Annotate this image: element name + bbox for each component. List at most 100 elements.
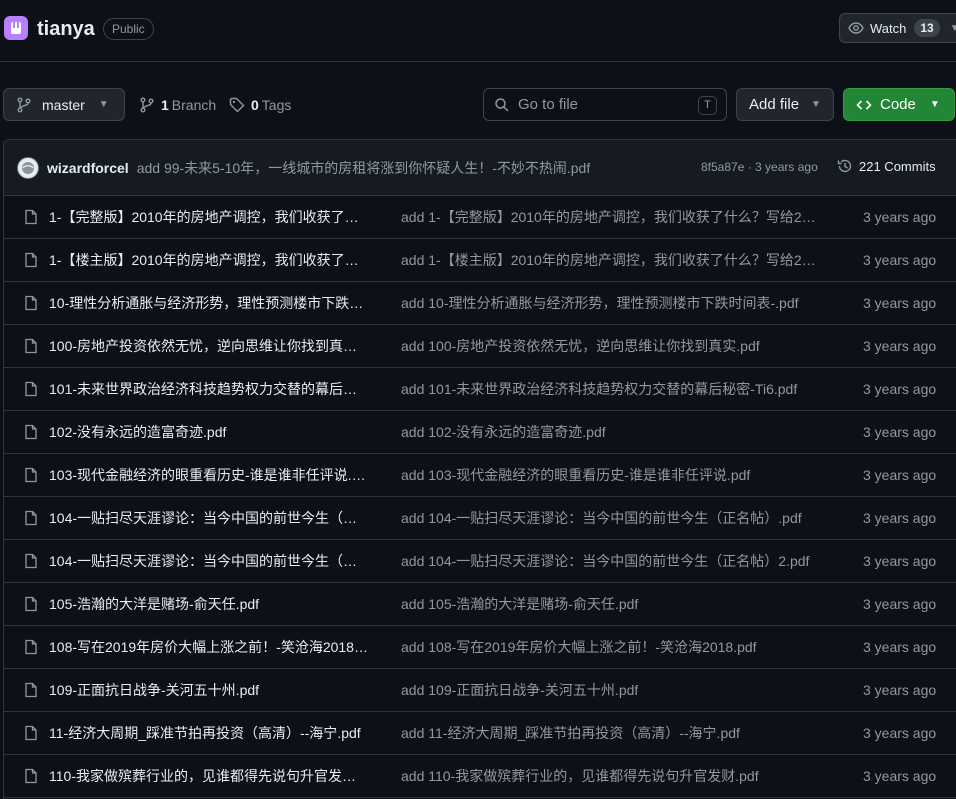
file-commit-date: 3 years ago [863,338,937,354]
file-commit-message[interactable]: add 102-没有永远的造富奇迹.pdf [401,411,819,454]
commit-sha-time[interactable]: 8f5a87e · 3 years ago [701,160,818,174]
file-row[interactable]: 1-【完整版】2010年的房地产调控，我们收获了什么？写给2011年的买房人.p… [4,196,956,239]
tags-label: Tags [261,96,292,113]
file-commit-message[interactable]: add 108-写在2019年房价大幅上涨之前！-笑沧海2018.pdf [401,626,819,669]
file-row[interactable]: 104-一贴扫尽天涯谬论：当今中国的前世今生（正名帖）.pdf add 104-… [4,497,956,540]
file-commit-date: 3 years ago [863,510,937,526]
file-icon [25,510,37,526]
branch-selector[interactable]: master ▼ [3,88,125,121]
file-name-link[interactable]: 104-一贴扫尽天涯谬论：当今中国的前世今生（正名帖）2.pdf [49,540,369,583]
file-name-link[interactable]: 109-正面抗日战争-关河五十州.pdf [49,669,369,712]
file-row[interactable]: 11-经济大周期_踩准节拍再投资（高清）--海宁.pdf add 11-经济大周… [4,712,956,755]
branch-icon [17,97,31,112]
tags-link[interactable]: 0 Tags [229,88,291,121]
file-commit-date: 3 years ago [863,682,937,698]
go-to-file-search[interactable]: T [483,88,727,121]
commits-link[interactable]: 221 Commits [837,158,936,174]
file-commit-message[interactable]: add 1-【完整版】2010年的房地产调控，我们收获了什么？写给2011年的买… [401,196,819,239]
file-name-link[interactable]: 110-我家做殡葬行业的，见谁都得先说句升官发财.pdf [49,755,369,798]
file-icon [25,596,37,612]
file-row[interactable]: 103-现代金融经济的眼重看历史-谁是谁非任评说.pdf add 103-现代金… [4,454,956,497]
file-name-link[interactable]: 11-经济大周期_踩准节拍再投资（高清）--海宁.pdf [49,712,369,755]
visibility-badge: Public [103,18,154,40]
branches-link[interactable]: 1 Branch [139,88,216,121]
file-icon [25,639,37,655]
add-file-button[interactable]: Add file ▼ [736,88,834,121]
search-input[interactable] [518,96,688,113]
file-row[interactable]: 110-我家做殡葬行业的，见谁都得先说句升官发财.pdf add 110-我家做… [4,755,956,798]
watch-button[interactable]: Watch 13 ▼ [839,13,956,43]
file-commit-date: 3 years ago [863,295,937,311]
file-commit-date: 3 years ago [863,424,937,440]
file-commit-message[interactable]: add 104-一贴扫尽天涯谬论：当今中国的前世今生（正名帖）2.pdf [401,540,819,583]
code-label: Code [880,96,916,113]
file-row[interactable]: 101-未来世界政治经济科技趋势权力交替的幕后秘密.pdf add 101-未来… [4,368,956,411]
file-icon [25,252,37,268]
file-commit-message[interactable]: add 11-经济大周期_踩准节拍再投资（高清）--海宁.pdf [401,712,819,755]
file-name-link[interactable]: 103-现代金融经济的眼重看历史-谁是谁非任评说.pdf [49,454,369,497]
branches-label: Branch [171,96,217,113]
commit-author[interactable]: wizardforcel [47,160,129,176]
file-commit-date: 3 years ago [863,252,937,268]
file-commit-message[interactable]: add 100-房地产投资依然无忧，逆向思维让你找到真实.pdf [401,325,819,368]
file-row[interactable]: 109-正面抗日战争-关河五十州.pdf add 109-正面抗日战争-关河五十… [4,669,956,712]
file-row[interactable]: 108-写在2019年房价大幅上涨之前！-笑沧海2018.pdf add 108… [4,626,956,669]
file-commit-message[interactable]: add 105-浩瀚的大洋是赌场-俞天任.pdf [401,583,819,626]
avatar[interactable] [17,156,39,179]
file-commit-date: 3 years ago [863,725,937,741]
add-file-label: Add file [749,96,800,113]
search-icon [495,97,509,112]
repo-toolbar: master ▼ 1 Branch 0 Tags T Add file ▼ [0,88,956,122]
file-row[interactable]: 10-理性分析通胀与经济形势，理性预测楼市下跌时间表.pdf add 10-理性… [4,282,956,325]
file-name-link[interactable]: 105-浩瀚的大洋是赌场-俞天任.pdf [49,583,369,626]
file-row[interactable]: 104-一贴扫尽天涯谬论：当今中国的前世今生（正名帖）2.pdf add 104… [4,540,956,583]
file-commit-date: 3 years ago [863,553,937,569]
latest-commit-bar: wizardforcel add 99-未来5-10年，一线城市的房租将涨到你怀… [4,140,956,196]
chevron-down-icon: ▼ [811,99,821,110]
file-icon [25,725,37,741]
shortcut-hint: T [698,96,717,115]
file-commit-date: 3 years ago [863,596,937,612]
file-commit-message[interactable]: add 103-现代金融经济的眼重看历史-谁是谁非任评说.pdf [401,454,819,497]
file-name-link[interactable]: 102-没有永远的造富奇迹.pdf [49,411,369,454]
file-name-link[interactable]: 100-房地产投资依然无忧，逆向思维让你找到真实.pdf [49,325,369,368]
repo-name[interactable]: tianya [37,18,95,41]
file-name-link[interactable]: 104-一贴扫尽天涯谬论：当今中国的前世今生（正名帖）.pdf [49,497,369,540]
file-commit-date: 3 years ago [863,209,937,225]
file-commit-message[interactable]: add 110-我家做殡葬行业的，见谁都得先说句升官发财.pdf [401,755,819,798]
file-commit-message[interactable]: add 109-正面抗日战争-关河五十州.pdf [401,669,819,712]
eye-icon [848,22,864,34]
file-commit-date: 3 years ago [863,467,937,483]
file-name-link[interactable]: 1-【完整版】2010年的房地产调控，我们收获了什么？写给2011年的买房人.p… [49,196,369,239]
file-row[interactable]: 1-【楼主版】2010年的房地产调控，我们收获了什么？写给2011年的买房人.p… [4,239,956,282]
code-button[interactable]: Code ▼ [843,88,955,121]
chevron-down-icon: ▼ [98,99,109,110]
watch-label: Watch [870,20,907,36]
tag-icon [229,97,245,112]
chevron-down-icon: ▼ [929,99,940,110]
branches-count: 1 [161,96,169,113]
watch-count: 13 [914,19,940,37]
commit-message[interactable]: add 99-未来5-10年，一线城市的房租将涨到你怀疑人生！-不妙不热闹.pd… [137,158,591,178]
file-commit-message[interactable]: add 1-【楼主版】2010年的房地产调控，我们收获了什么？写给2011年的买… [401,239,819,282]
file-commit-message[interactable]: add 101-未来世界政治经济科技趋势权力交替的幕后秘密-Ti6.pdf [401,368,819,411]
bug-logo-icon[interactable] [4,16,28,40]
file-list: wizardforcel add 99-未来5-10年，一线城市的房租将涨到你怀… [3,139,956,799]
file-icon [25,682,37,698]
file-row[interactable]: 105-浩瀚的大洋是赌场-俞天任.pdf add 105-浩瀚的大洋是赌场-俞天… [4,583,956,626]
file-icon [25,295,37,311]
file-name-link[interactable]: 1-【楼主版】2010年的房地产调控，我们收获了什么？写给2011年的买房人.p… [49,239,369,282]
file-name-link[interactable]: 10-理性分析通胀与经济形势，理性预测楼市下跌时间表.pdf [49,282,369,325]
bug-logo-glyph [11,22,21,34]
file-row[interactable]: 102-没有永远的造富奇迹.pdf add 102-没有永远的造富奇迹.pdf … [4,411,956,454]
file-commit-message[interactable]: add 104-一贴扫尽天涯谬论：当今中国的前世今生（正名帖）.pdf [401,497,819,540]
file-icon [25,209,37,225]
file-name-link[interactable]: 108-写在2019年房价大幅上涨之前！-笑沧海2018.pdf [49,626,369,669]
file-name-link[interactable]: 101-未来世界政治经济科技趋势权力交替的幕后秘密.pdf [49,368,369,411]
file-row[interactable]: 100-房地产投资依然无忧，逆向思维让你找到真实.pdf add 100-房地产… [4,325,956,368]
file-commit-date: 3 years ago [863,381,937,397]
file-commit-message[interactable]: add 10-理性分析通胀与经济形势，理性预测楼市下跌时间表-.pdf [401,282,819,325]
repo-header: tianya Public Watch 13 ▼ [0,0,956,62]
commits-label: 221 Commits [859,158,936,174]
chevron-down-icon[interactable]: ▼ [950,23,956,34]
